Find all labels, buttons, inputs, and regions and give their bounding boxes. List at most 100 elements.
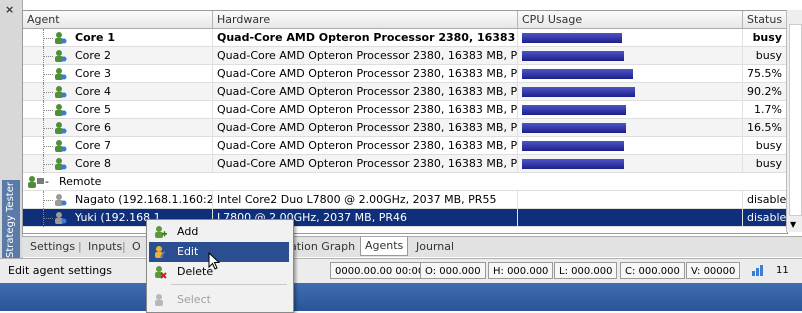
cpu-usage-cell [518,209,743,227]
agent-icon [55,104,67,116]
tab-optimization-graph[interactable]: ation Graph [290,239,355,255]
table-row[interactable]: Core 2 Quad-Core AMD Opteron Processor 23… [23,47,787,65]
delete-agent-icon [155,266,167,279]
cpu-usage-bar [522,105,626,115]
group-label: Remote [59,175,102,188]
status-cell: 75.5% [743,65,787,83]
status-low: L: 000.000 [554,262,618,279]
status-cell: busy [743,155,787,173]
col-status[interactable]: Status [743,11,787,28]
table-row[interactable]: Core 1 Quad-Core AMD Opteron Processor 23… [23,29,787,47]
tree-line [43,56,53,57]
bottom-tabs: Settings | Inputs | O ation Graph Agents… [22,236,802,257]
cpu-usage-cell [518,83,743,101]
status-cell: 90.2% [743,83,787,101]
hardware-cell: Quad-Core AMD Opteron Processor 2380, 16… [213,137,518,155]
agent-cell: Core 2 [23,47,213,65]
status-open: O: 000.000 [420,262,486,279]
strategy-tester-tab[interactable]: Strategy Tester [2,180,20,260]
menu-item-add[interactable]: Add [149,222,289,242]
menu-label-select: Select [177,293,211,306]
agent-name: Core 1 [75,31,115,44]
col-hardware[interactable]: Hardware [213,11,518,28]
table-row[interactable]: Yuki (192.168.1 L7800 @ 2.00GHz, 2037 MB,… [23,209,787,227]
status-text: Edit agent settings [8,264,112,277]
scrollbar-thumb[interactable] [789,24,802,216]
table-row[interactable]: Core 5 Quad-Core AMD Opteron Processor 23… [23,101,787,119]
agent-cell: Core 4 [23,83,213,101]
table-row[interactable]: Core 4 Quad-Core AMD Opteron Processor 23… [23,83,787,101]
agent-icon [55,158,67,170]
vertical-scrollbar[interactable]: ▼ [786,10,802,232]
cpu-usage-cell [518,101,743,119]
agent-name: Core 2 [75,49,111,62]
scroll-down-icon[interactable]: ▼ [790,220,796,229]
hardware-cell: Quad-Core AMD Opteron Processor 2380, 16… [213,29,518,47]
tree-line [43,92,53,93]
status-time: 0000.00.00 00:00 [330,262,430,279]
cpu-usage-cell [518,191,743,209]
cpu-usage-bar [522,141,624,151]
agent-name: Core 6 [75,121,111,134]
tab-agents[interactable]: Agents [360,237,409,256]
tree-line [43,110,53,111]
agent-icon [55,122,67,134]
tab-separator: | [122,240,126,253]
tab-settings[interactable]: Settings [30,239,75,255]
terminal-window: × Strategy Tester Agent Hardware CPU Usa… [0,0,802,313]
remote-group-icon [28,176,44,188]
agent-cell: Nagato (192.168.1.160:2000) [23,191,213,209]
col-cpu-usage[interactable]: CPU Usage [518,11,743,28]
agent-name: Nagato (192.168.1.160:2000) [75,193,212,206]
connection-count: 11 [776,265,789,276]
cpu-usage-cell [518,119,743,137]
agents-grid: Agent Hardware CPU Usage Status Core 1 Qu… [22,10,788,234]
tab-journal[interactable]: Journal [416,239,454,255]
agent-cell: Core 7 [23,137,213,155]
group-row[interactable]: - Remote [23,173,787,191]
tree-line [43,164,53,165]
agent-cell: Core 6 [23,119,213,137]
agent-name: Core 4 [75,85,111,98]
agent-name: Core 7 [75,139,111,152]
table-row[interactable]: Core 8 Quad-Core AMD Opteron Processor 23… [23,155,787,173]
agent-icon [55,68,67,80]
status-cell: busy [743,29,787,47]
cpu-usage-bar [522,51,624,61]
cpu-usage-cell [518,65,743,83]
tree-line [43,38,53,39]
tab-separator: | [78,240,82,253]
cpu-usage-bar [522,69,633,79]
hardware-cell: Quad-Core AMD Opteron Processor 2380, 16… [213,47,518,65]
tab-inputs[interactable]: Inputs [88,239,122,255]
hardware-cell: Quad-Core AMD Opteron Processor 2380, 16… [213,119,518,137]
cpu-usage-cell [518,137,743,155]
tab-optimization[interactable]: O [132,239,141,255]
agent-cell: Core 1 [23,29,213,47]
mouse-cursor-icon [208,252,221,270]
table-row[interactable]: Core 6 Quad-Core AMD Opteron Processor 23… [23,119,787,137]
col-agent[interactable]: Agent [23,11,213,28]
tree-line [43,218,53,219]
connection-icon [752,265,763,276]
status-cell: disabled [743,209,787,227]
cpu-usage-bar [522,159,624,169]
select-agent-icon [155,294,163,306]
agent-icon [55,140,67,152]
group-toggle[interactable]: - [45,173,49,191]
table-row[interactable]: Core 7 Quad-Core AMD Opteron Processor 23… [23,137,787,155]
cpu-usage-bar [522,33,622,43]
agent-icon [55,86,67,98]
cpu-usage-cell [518,155,743,173]
connection-indicator[interactable]: 11 [748,262,798,279]
table-row[interactable]: Nagato (192.168.1.160:2000)Intel Core2 D… [23,191,787,209]
status-cell: busy [743,137,787,155]
cpu-usage-cell [518,47,743,65]
table-row[interactable]: Core 3 Quad-Core AMD Opteron Processor 23… [23,65,787,83]
status-high: H: 000.000 [488,262,554,279]
close-icon[interactable]: × [5,3,14,16]
status-cell: 16.5% [743,119,787,137]
menu-item-select[interactable]: Select [149,290,289,310]
status-volume: V: 00000 [686,262,741,279]
add-agent-icon [155,226,167,238]
